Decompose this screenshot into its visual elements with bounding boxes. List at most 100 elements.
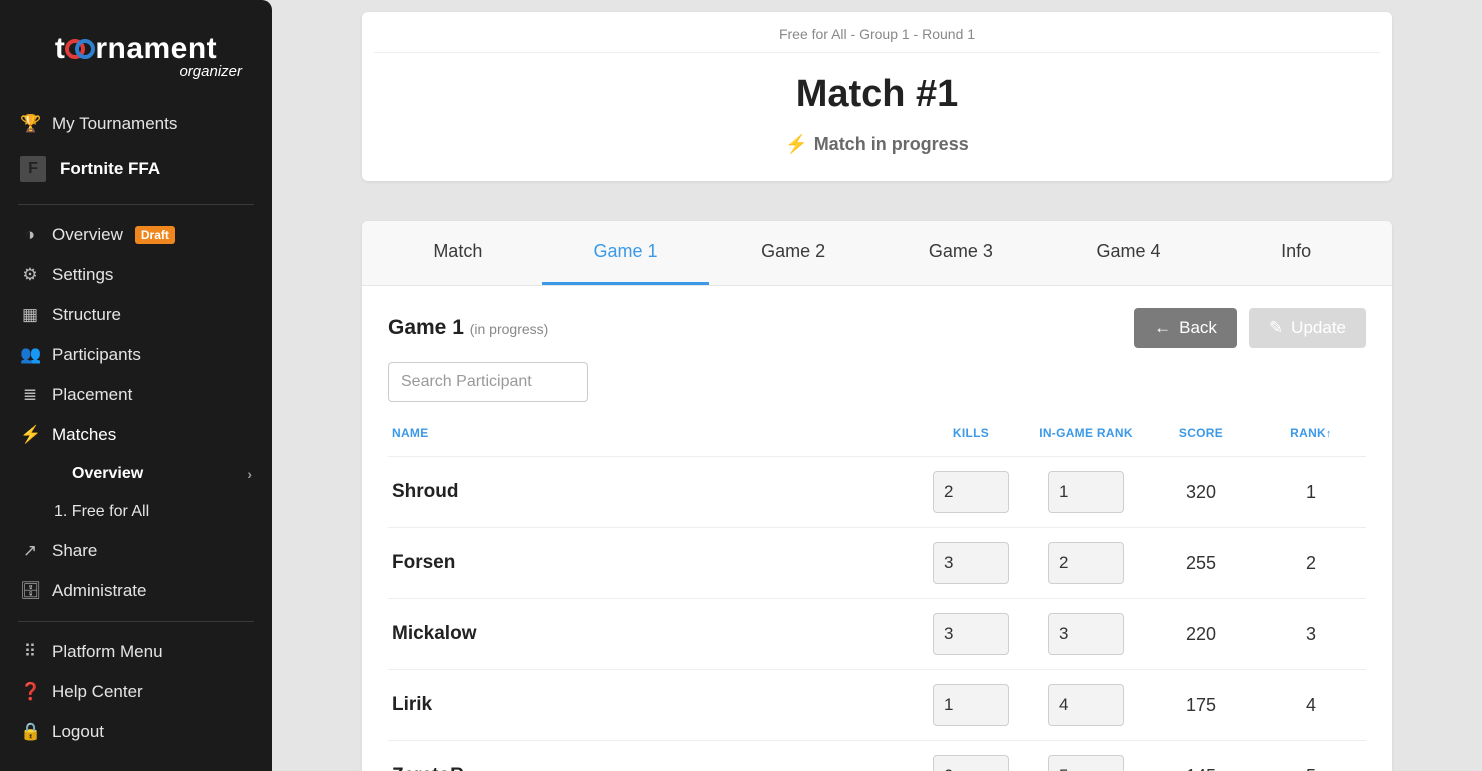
match-title: Match #1 <box>362 73 1392 116</box>
rank-value: 5 <box>1256 741 1366 771</box>
rank-value: 4 <box>1256 670 1366 741</box>
chevron-right-icon: › <box>247 466 252 482</box>
sidebar-item-matches[interactable]: ⚡ Matches <box>0 415 272 455</box>
kills-input[interactable] <box>933 755 1009 771</box>
table-row: Forsen 2552 <box>388 528 1366 599</box>
kills-input[interactable] <box>933 684 1009 726</box>
tournament-name: Fortnite FFA <box>60 159 160 179</box>
sidebar-item-label: Overview <box>52 225 123 245</box>
tab-game-1[interactable]: Game 1 <box>542 221 710 285</box>
rank-value: 1 <box>1256 457 1366 528</box>
sidebar-item-placement[interactable]: ≣ Placement <box>0 375 272 415</box>
col-ingame-rank[interactable]: IN-GAME RANK <box>1026 416 1146 457</box>
sidebar-item-label: Structure <box>52 305 121 325</box>
sort-asc-icon: ↑ <box>1326 428 1332 440</box>
sidebar-item-label: Share <box>52 541 97 561</box>
panel-subtitle: (in progress) <box>470 321 549 337</box>
gear-icon: ⚙ <box>20 265 40 285</box>
panel-title-text: Game 1 <box>388 316 464 339</box>
col-kills[interactable]: KILLS <box>916 416 1026 457</box>
sidebar-item-overview[interactable]: ◑ Overview Draft <box>0 215 272 255</box>
ingame-rank-input[interactable] <box>1048 471 1124 513</box>
database-icon: 🗄 <box>20 581 40 601</box>
users-icon: 👥 <box>20 345 40 365</box>
bolt-icon: ⚡ <box>20 425 40 445</box>
tab-game-3[interactable]: Game 3 <box>877 221 1045 285</box>
score-value: 220 <box>1146 599 1256 670</box>
sidebar-item-matches-overview[interactable]: Overview › <box>0 455 272 493</box>
col-name[interactable]: NAME <box>388 416 916 457</box>
sidebar-item-platform-menu[interactable]: ⠿ Platform Menu <box>0 632 272 672</box>
sidebar-item-label: My Tournaments <box>52 114 177 134</box>
sidebar-item-stage-1[interactable]: 1. Free for All <box>0 493 272 531</box>
sidebar-item-label: Overview <box>72 465 143 483</box>
trophy-icon: 🏆 <box>20 114 40 134</box>
sidebar-item-label: Logout <box>52 722 104 742</box>
update-button[interactable]: ✎ Update <box>1249 308 1366 348</box>
brand-name: trnament <box>24 32 248 65</box>
status-badge: Draft <box>135 226 175 244</box>
rank-value: 3 <box>1256 599 1366 670</box>
game-panel: Game 1 (in progress) ← Back ✎ Update <box>362 286 1392 771</box>
sidebar-item-label: 1. Free for All <box>54 503 149 521</box>
divider <box>18 621 254 622</box>
table-row: Shroud 3201 <box>388 457 1366 528</box>
sidebar-current-tournament[interactable]: F Fortnite FFA <box>0 144 272 194</box>
brand-subtitle: organizer <box>24 63 248 80</box>
match-status: ⚡ Match in progress <box>362 134 1392 155</box>
col-rank[interactable]: RANK↑ <box>1256 416 1366 457</box>
kills-input[interactable] <box>933 471 1009 513</box>
table-row: Mickalow 2203 <box>388 599 1366 670</box>
tab-info[interactable]: Info <box>1212 221 1380 285</box>
participant-name: Mickalow <box>388 599 916 670</box>
match-tabs-card: Match Game 1 Game 2 Game 3 Game 4 Info G… <box>362 221 1392 771</box>
sidebar-item-label: Administrate <box>52 581 146 601</box>
score-value: 320 <box>1146 457 1256 528</box>
participant-name: Shroud <box>388 457 916 528</box>
ingame-rank-input[interactable] <box>1048 542 1124 584</box>
sidebar-item-label: Participants <box>52 345 141 365</box>
sidebar-item-help-center[interactable]: ❓ Help Center <box>0 672 272 712</box>
ingame-rank-input[interactable] <box>1048 613 1124 655</box>
ingame-rank-input[interactable] <box>1048 684 1124 726</box>
sidebar-item-logout[interactable]: 🔒 Logout <box>0 712 272 752</box>
participant-name: Forsen <box>388 528 916 599</box>
brand-logo-icon <box>65 38 95 60</box>
game-icon: F <box>20 156 46 182</box>
lock-icon: 🔒 <box>20 722 40 742</box>
col-rank-label: RANK <box>1290 426 1326 440</box>
sidebar-item-label: Platform Menu <box>52 642 163 662</box>
grid-icon: ▦ <box>20 305 40 325</box>
back-button-label: Back <box>1179 318 1217 338</box>
tab-bar: Match Game 1 Game 2 Game 3 Game 4 Info <box>362 221 1392 286</box>
brand-logo: trnament organizer <box>0 24 272 104</box>
table-row: Lirik1754 <box>388 670 1366 741</box>
results-table: NAME KILLS IN-GAME RANK SCORE RANK↑ Shro… <box>388 416 1366 771</box>
sidebar-item-label: Help Center <box>52 682 143 702</box>
tab-match[interactable]: Match <box>374 221 542 285</box>
match-status-text: Match in progress <box>814 134 969 155</box>
brand-name-part2: rnament <box>95 32 217 65</box>
score-value: 255 <box>1146 528 1256 599</box>
sidebar-item-settings[interactable]: ⚙ Settings <box>0 255 272 295</box>
sidebar-item-structure[interactable]: ▦ Structure <box>0 295 272 335</box>
sidebar-item-administrate[interactable]: 🗄 Administrate <box>0 571 272 611</box>
pencil-icon: ✎ <box>1269 318 1283 338</box>
ingame-rank-input[interactable] <box>1048 755 1124 771</box>
sidebar-item-my-tournaments[interactable]: 🏆 My Tournaments <box>0 104 272 144</box>
sidebar-item-label: Settings <box>52 265 113 285</box>
kills-input[interactable] <box>933 613 1009 655</box>
bolt-icon: ⚡ <box>785 134 807 155</box>
rank-value: 2 <box>1256 528 1366 599</box>
score-value: 175 <box>1146 670 1256 741</box>
col-score[interactable]: SCORE <box>1146 416 1256 457</box>
sidebar-item-share[interactable]: ↗ Share <box>0 531 272 571</box>
kills-input[interactable] <box>933 542 1009 584</box>
match-header-card: Free for All - Group 1 - Round 1 Match #… <box>362 12 1392 181</box>
tab-game-4[interactable]: Game 4 <box>1045 221 1213 285</box>
search-participant-input[interactable] <box>388 362 588 402</box>
back-button[interactable]: ← Back <box>1134 308 1237 348</box>
share-icon: ↗ <box>20 541 40 561</box>
tab-game-2[interactable]: Game 2 <box>709 221 877 285</box>
sidebar-item-participants[interactable]: 👥 Participants <box>0 335 272 375</box>
